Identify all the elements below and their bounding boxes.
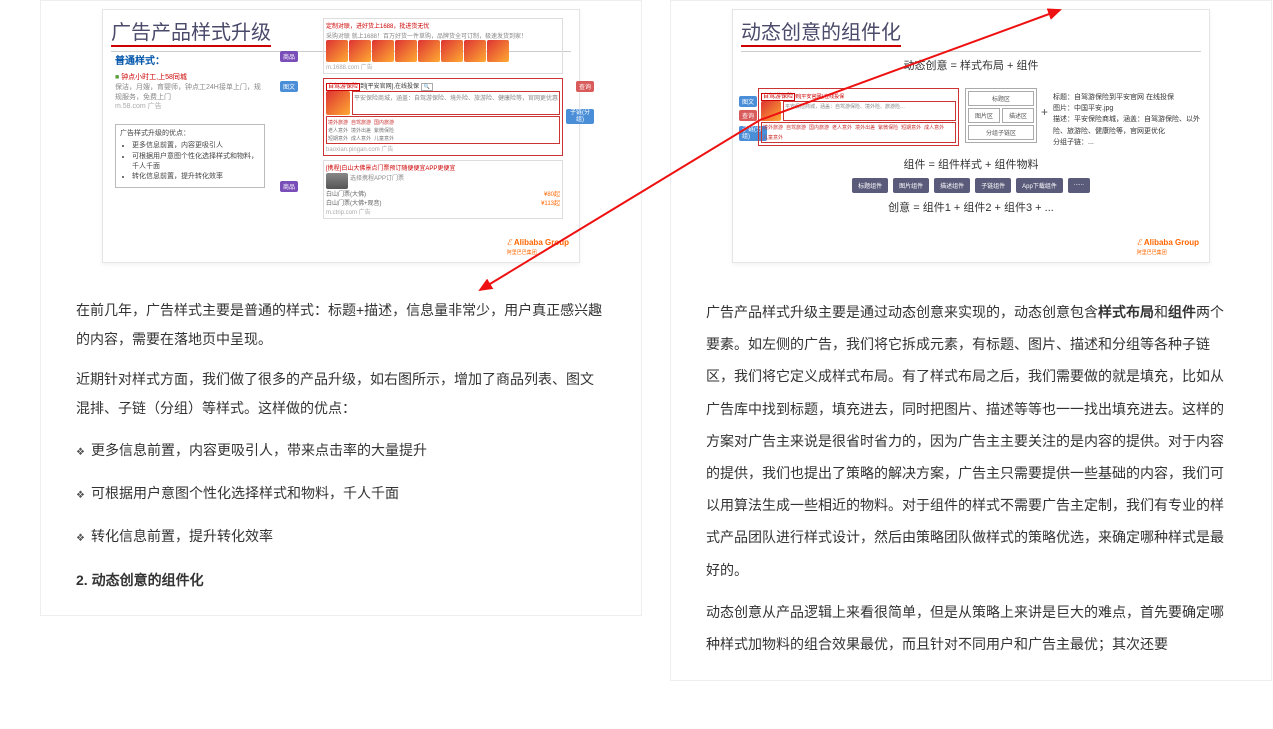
paragraph: 动态创意从产品逻辑上来看很简单，但是从策略上来讲是巨大的难点，首先要确定哪种样式… — [706, 596, 1236, 660]
paragraph: 在前几年，广告样式主要是普通的样式：标题+描述，信息量非常少，用户真正感兴趣的内… — [76, 296, 606, 355]
ad-block-1: 商品 定制对联，进好货上1688，批进货无忧 采购对联 就上1688！百万好货一… — [323, 18, 563, 74]
tag-image-text: 图文 — [739, 96, 757, 107]
bullet-list: ❖更多信息前置，内容更吸引人，带来点击率的大量提升 ❖可根据用户意图个性化选择样… — [76, 436, 606, 552]
tag-search: 查询 — [739, 110, 757, 121]
diamond-icon: ❖ — [76, 490, 85, 501]
slide-title: 广告产品样式升级 — [111, 16, 271, 47]
sample-ad: ■ 钟点小时工,上58同城 保洁，月嫂，育婴师，钟点工24H接单上门，规规服务，… — [115, 73, 265, 112]
ad-sample: 自驾游保险到[平安官网],在线投保 平安保险商城，涵盖：自驾游保险、境外险、旅游… — [758, 88, 959, 146]
ad-block-3: 商品 [携程]白山大佛景点门票预订随便便宜APP更便宜 选择携程APP订门票 白… — [323, 160, 563, 219]
tag-search: 查询 — [576, 81, 594, 92]
ad-block-2: 图文 查询 子链(分组) 自驾游保险到[平安官网],在线投保 🔍 平安保险商城，… — [323, 78, 563, 156]
paragraph: 广告产品样式升级主要是通过动态创意来实现的，动态创意包含样式布局和组件两个要素。… — [706, 296, 1236, 586]
body-right: 广告产品样式升级主要是通过动态创意来实现的，动态创意包含样式布局和组件两个要素。… — [671, 271, 1271, 680]
slide-title: 动态创意的组件化 — [741, 16, 901, 47]
alibaba-logo: ℰ Alibaba Group阿里巴巴集团 — [507, 238, 569, 256]
equation: 动态创意 = 样式布局 + 组件 — [741, 57, 1201, 73]
divider — [741, 51, 1201, 52]
component-row: 标题组件 图片组件 描述组件 子链组件 App下载组件 ...... — [741, 178, 1201, 193]
diamond-icon: ❖ — [76, 533, 85, 544]
sub-heading: 普通样式： — [115, 55, 265, 69]
body-left: 在前几年，广告样式主要是普通的样式：标题+描述，信息量非常少，用户真正感兴趣的内… — [41, 271, 641, 615]
alibaba-logo: ℰ Alibaba Group阿里巴巴集团 — [1137, 238, 1199, 256]
slide-right: 动态创意的组件化 动态创意 = 样式布局 + 组件 图文 查询 子链(分组) 自… — [732, 9, 1210, 263]
page-left: 广告产品样式升级 普通样式： ■ 钟点小时工,上58同城 保洁，月嫂，育婴师，钟… — [40, 0, 642, 616]
slide-right-column: 商品 定制对联，进好货上1688，批进货无忧 采购对联 就上1688！百万好货一… — [283, 18, 563, 223]
tag-image-text: 图文 — [280, 81, 298, 92]
product-thumb — [326, 40, 348, 62]
equation: 创意 = 组件1 + 组件2 + 组件3 + ... — [741, 199, 1201, 215]
page-right: 动态创意的组件化 动态创意 = 样式布局 + 组件 图文 查询 子链(分组) 自… — [670, 0, 1272, 681]
annotation: 标题：自驾游保险到平安官网 在线投保 图片：中国平安.jpg 描述：平安保险商城… — [1053, 92, 1209, 148]
advantages-box: 广告样式升级的优点： 更多信息前置，内容更吸引人 可根据用户意图个性化选择样式和… — [115, 124, 265, 188]
ad-image-icon — [761, 101, 781, 121]
plus-icon: + — [1041, 105, 1048, 119]
tag-sublinks: 子链(分组) — [566, 109, 594, 124]
ad-image-icon — [326, 91, 350, 115]
layout-diagram: 标题区 图片区描述区 分组子链区 — [965, 88, 1037, 143]
thumbnail-row — [326, 40, 560, 62]
tag-goods: 商品 — [280, 51, 298, 62]
slide-left: 广告产品样式升级 普通样式： ■ 钟点小时工,上58同城 保洁，月嫂，育婴师，钟… — [102, 9, 580, 263]
diamond-icon: ❖ — [76, 447, 85, 458]
section-heading: 2. 动态创意的组件化 — [76, 566, 606, 595]
slide-left-column: 普通样式： ■ 钟点小时工,上58同城 保洁，月嫂，育婴师，钟点工24H接单上门… — [115, 55, 265, 188]
tag-goods2: 商品 — [280, 181, 298, 192]
equation: 组件 = 组件样式 + 组件物料 — [741, 156, 1201, 172]
paragraph: 近期针对样式方面，我们做了很多的产品升级，如右图所示，增加了商品列表、图文混排、… — [76, 365, 606, 424]
component-chip: 标题组件 — [852, 178, 888, 193]
